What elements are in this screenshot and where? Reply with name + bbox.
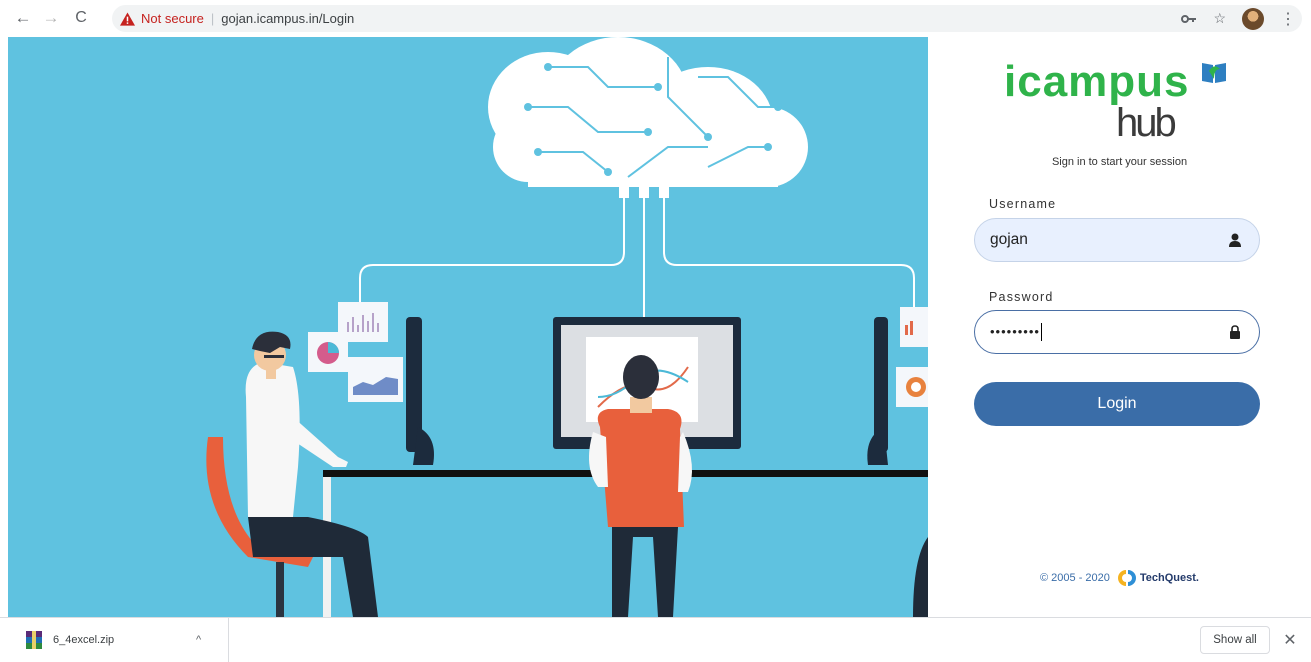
password-value-wrap[interactable]: ••••••••• <box>990 322 1229 341</box>
browser-toolbar: ← → C Not secure | gojan.icampus.in/Logi… <box>0 0 1311 36</box>
show-all-button[interactable]: Show all <box>1200 626 1270 654</box>
user-icon <box>1229 233 1241 247</box>
cable-plugs <box>619 182 669 198</box>
close-icon[interactable]: ✕ <box>1281 630 1299 650</box>
password-label: Password <box>989 290 1054 304</box>
logo-text: icampus <box>1004 57 1190 106</box>
security-status[interactable]: Not secure <box>141 11 204 26</box>
bookmark-star-icon[interactable]: ☆ <box>1213 10 1226 27</box>
techquest-brand[interactable]: TechQuest. <box>1140 572 1199 584</box>
icampus-hub-logo: icampus hub <box>1004 57 1234 147</box>
right-chair <box>913 537 928 617</box>
profile-avatar[interactable] <box>1242 7 1264 30</box>
book-logo-icon <box>1202 63 1226 83</box>
separator: | <box>210 11 215 26</box>
address-bar-actions: ☆ ⋮ <box>1181 5 1296 32</box>
username-label: Username <box>989 197 1057 211</box>
hero-illustration <box>8 37 928 617</box>
techquest-logo-icon <box>1117 570 1136 586</box>
url-text[interactable]: gojan.icampus.in/Login <box>221 11 354 26</box>
copyright-text: © 2005 - 2020 <box>1040 572 1110 584</box>
download-filename[interactable]: 6_4excel.zip <box>53 634 183 646</box>
username-value[interactable]: gojan <box>990 231 1229 249</box>
cloud-icon <box>488 37 808 187</box>
right-monitor <box>867 307 928 465</box>
username-field[interactable]: gojan <box>974 218 1260 262</box>
lock-icon <box>1230 325 1240 339</box>
password-value[interactable]: ••••••••• <box>990 324 1040 339</box>
text-caret <box>1040 322 1042 341</box>
logo-subtext: hub <box>1116 101 1177 145</box>
zip-archive-icon <box>26 631 42 649</box>
signin-subtitle: Sign in to start your session <box>1051 156 1188 168</box>
key-icon[interactable] <box>1181 14 1197 24</box>
back-icon[interactable]: ← <box>12 7 34 29</box>
chevron-up-icon[interactable]: ^ <box>196 634 201 646</box>
cables <box>359 198 915 319</box>
download-item[interactable]: 6_4excel.zip ^ <box>0 618 229 662</box>
office-cloud-illustration <box>206 37 928 617</box>
menu-icon[interactable]: ⋮ <box>1280 9 1296 29</box>
reload-icon[interactable]: C <box>70 7 92 29</box>
forward-icon[interactable]: → <box>40 7 62 29</box>
address-bar[interactable]: Not secure | gojan.icampus.in/Login ☆ ⋮ <box>112 5 1302 32</box>
download-bar: 6_4excel.zip ^ Show all ✕ <box>0 617 1311 662</box>
password-field[interactable]: ••••••••• <box>974 310 1260 354</box>
login-panel: icampus hub Sign in to start your sessio… <box>928 37 1311 617</box>
warning-icon <box>120 11 135 26</box>
login-button[interactable]: Login <box>974 382 1260 426</box>
copyright-footer: © 2005 - 2020 TechQuest. <box>928 568 1311 588</box>
left-monitor <box>308 302 434 465</box>
